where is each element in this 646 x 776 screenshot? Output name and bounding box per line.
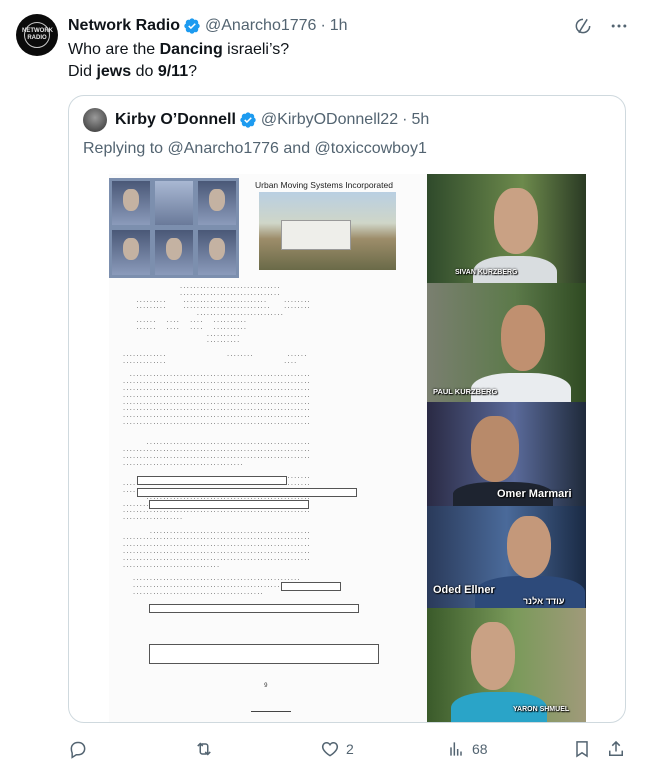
- share-icon: [609, 740, 623, 756]
- report-body-text: .............................. .........…: [122, 283, 311, 596]
- avatar-logo-text: NETWORK RADIO: [22, 28, 53, 41]
- post-time[interactable]: 1h: [330, 17, 348, 35]
- person-photo: Omer Marmari: [427, 402, 586, 506]
- post-line-1: Who are the Dancing israeli’s?: [68, 41, 290, 58]
- like-button[interactable]: 2: [320, 738, 354, 760]
- quoted-author-name: Kirby O’Donnell: [115, 111, 236, 128]
- redaction-box: [149, 644, 379, 664]
- mention-link[interactable]: @Anarcho1776: [168, 140, 279, 157]
- quoted-author-avatar: [83, 108, 107, 132]
- more-icon[interactable]: [608, 15, 630, 37]
- redaction-box: [137, 488, 357, 497]
- post-line-2: Did jews do 9/11?: [68, 63, 197, 80]
- reply-button[interactable]: [68, 738, 94, 760]
- view-count: 68: [472, 741, 488, 757]
- repost-icon: [197, 742, 211, 756]
- person-photo: PAUL KURZBERG: [427, 283, 586, 402]
- like-count: 2: [346, 741, 354, 757]
- views-button[interactable]: 68: [446, 738, 488, 760]
- quoted-post-time: 5h: [411, 111, 430, 128]
- redaction-box: [149, 500, 309, 509]
- views-icon: [450, 742, 462, 756]
- verified-badge-icon: [240, 112, 256, 128]
- person-caption: SIVAN KURZBERG: [455, 269, 518, 276]
- person-caption: Oded Ellner: [433, 584, 495, 596]
- action-bar: 2 68: [68, 738, 630, 760]
- verified-badge-icon: [184, 18, 200, 34]
- person-caption: Omer Marmari: [497, 488, 572, 500]
- quoted-author-handle: @KirbyODonnell22: [260, 111, 399, 128]
- redaction-box: [149, 604, 359, 613]
- grok-icon[interactable]: [572, 15, 594, 37]
- van-photo: [259, 192, 396, 270]
- heart-icon: [321, 741, 339, 757]
- tweet-header: Network Radio @Anarcho1776 · 1h: [68, 15, 630, 37]
- people-photo-column: SIVAN KURZBERG PAUL KURZBERG Omer Marmar…: [427, 174, 586, 722]
- replying-to: Replying to @Anarcho1776 and @toxiccowbo…: [83, 140, 427, 157]
- bookmark-button[interactable]: [572, 738, 592, 760]
- quoted-header: Kirby O’Donnell @KirbyODonnell22 · 5h: [83, 108, 429, 132]
- person-caption: PAUL KURZBERG: [433, 387, 498, 396]
- company-title: Urban Moving Systems Incorporated: [255, 180, 393, 190]
- quoted-media-image[interactable]: Urban Moving Systems Incorporated ......…: [109, 174, 586, 722]
- share-button[interactable]: [606, 738, 626, 760]
- document-stamp: [251, 698, 291, 712]
- redaction-box: [137, 476, 287, 485]
- person-photo: SIVAN KURZBERG: [427, 174, 586, 283]
- mention-link[interactable]: @toxiccowboy1: [315, 140, 427, 157]
- bookmark-icon: [576, 741, 588, 758]
- page-number: 9: [264, 682, 268, 689]
- reply-icon: [70, 741, 86, 759]
- redaction-box: [281, 582, 341, 591]
- person-photo: YARON SHMUEL: [427, 608, 586, 722]
- repost-button[interactable]: [194, 738, 220, 760]
- author-avatar[interactable]: NETWORK RADIO: [16, 14, 58, 56]
- quoted-tweet[interactable]: Kirby O’Donnell @KirbyODonnell22 · 5h Re…: [68, 95, 626, 723]
- police-report-document: Urban Moving Systems Incorporated ......…: [109, 174, 427, 722]
- separator-dot: ·: [320, 17, 326, 34]
- person-caption: YARON SHMUEL: [513, 706, 570, 713]
- hebrew-caption: עודד אלנר: [523, 596, 565, 606]
- post-text: Who are the Dancing israeli’s? Did jews …: [68, 39, 289, 83]
- person-photo: Oded Ellner עודד אלנר: [427, 506, 586, 608]
- author-name[interactable]: Network Radio: [68, 17, 180, 35]
- author-handle[interactable]: @Anarcho1776: [205, 17, 316, 35]
- tweet[interactable]: NETWORK RADIO Network Radio @Anarcho1776…: [0, 0, 646, 776]
- mugshot-grid: [109, 178, 239, 278]
- separator-dot: ·: [402, 111, 408, 128]
- header-actions: [572, 15, 630, 37]
